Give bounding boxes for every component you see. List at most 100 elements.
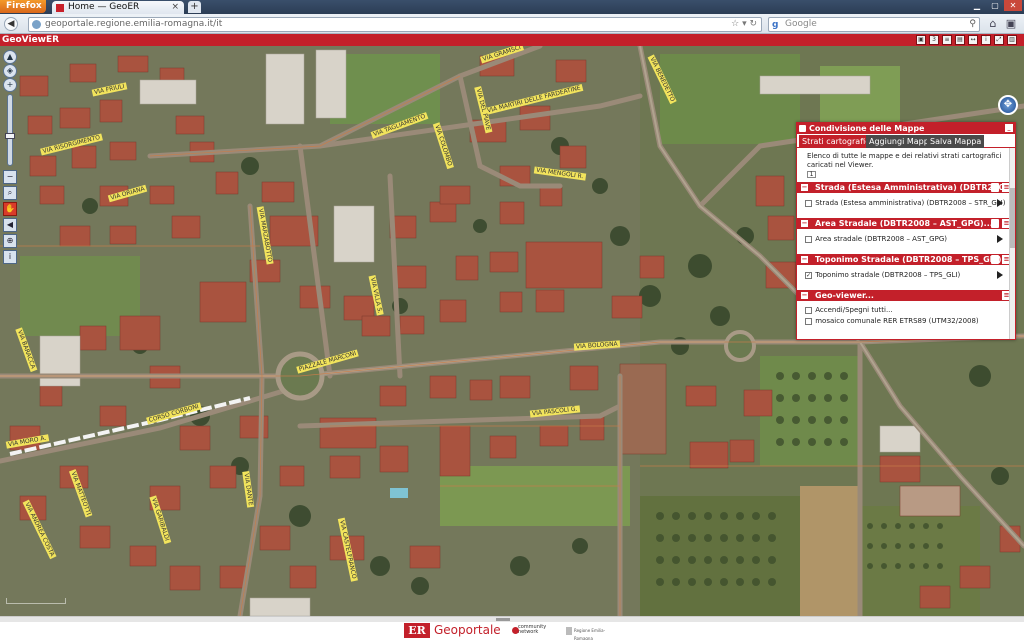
layers-icon[interactable]: ≡ [942,35,952,45]
layer-group-header[interactable]: − Strada (Estesa Amministrativa) (DBTR20… [797,182,1015,193]
layer-row: ✓ Toponimo stradale (DBTR2008 – TPS_GLI) [797,265,1015,285]
layer-group-header[interactable]: − Geo-viewer... ≡ [797,290,1015,301]
layer-row: mosaico comunale RER ETRS89 (UTM32/2008) [797,316,1015,327]
info-icon[interactable]: i [981,35,991,45]
layer-group-title: Area Stradale (DBTR2008 – AST_GPG)... [815,219,993,228]
browser-tab[interactable]: Home — GeoER × [52,1,184,14]
minimize-icon[interactable]: ▁ [968,0,986,11]
pan-center-icon[interactable]: ◈ [3,64,17,78]
3d-view-icon[interactable]: 3 [929,35,939,45]
map-sharing-panel: Condivisione delle Mappe _ Strati cartog… [796,122,1016,340]
panel-description: Elenco di tutte le mappe e dei relativi … [797,148,1015,182]
url-bar[interactable]: geoportale.regione.emilia-romagna.it/it … [28,17,762,32]
trash-icon[interactable] [991,255,999,264]
search-icon[interactable]: ⚲ [969,18,976,31]
search-placeholder: Google [785,19,817,29]
favicon-icon [56,4,64,12]
layer-label: Toponimo stradale (DBTR2008 – TPS_GLI) [815,271,961,279]
panel-scrollbar-thumb[interactable] [1010,188,1015,248]
regione-logo[interactable]: Regione Emilia-Romagna [566,627,622,640]
map-toolstrip: ▲ ◈ + − ⌕ ✋ ◀ ⊕ i [3,50,19,264]
play-icon[interactable] [997,199,1003,207]
layer-group: − Strada (Estesa Amministrativa) (DBTR20… [797,182,1015,218]
trash-icon[interactable] [991,183,999,192]
footer: ER Geoportale community network Regione … [0,616,1024,640]
layer-row: Area stradale (DBTR2008 – AST_GPG) [797,229,1015,249]
page-indicator[interactable]: 1 [807,171,816,178]
tab-layers[interactable]: Strati cartografici [799,135,875,148]
app-header: GeoViewER ▣ 3 ≡ ▤ ↔ i ⤢ ▥ [0,34,1024,46]
tab-save-map[interactable]: Salva Mappa [927,135,985,148]
trash-icon[interactable] [991,219,999,228]
layer-label: Area stradale (DBTR2008 – AST_GPG) [815,235,947,243]
new-tab-button[interactable]: + [188,1,201,13]
toggle-all-row: Accendi/Spegni tutti... [797,305,1015,316]
firefox-menu-label: Firefox [6,1,42,11]
zoom-slider[interactable] [5,94,15,166]
geoportale-brand[interactable]: Geoportale [434,622,501,639]
panel-tabs: Strati cartografici Aggiungi Mappa Salva… [797,134,1015,148]
print-icon[interactable]: ▤ [955,35,965,45]
collapse-icon[interactable]: − [801,292,808,299]
toggle-all-label: Accendi/Spegni tutti... [815,306,893,314]
measure-icon[interactable]: ↔ [968,35,978,45]
panel-minimize-icon[interactable]: _ [1005,124,1013,132]
layer-checkbox[interactable] [805,235,812,243]
collapse-icon[interactable]: − [801,256,808,263]
layer-checkbox[interactable] [805,317,812,325]
layer-checkbox[interactable] [805,199,812,207]
back-button[interactable]: ◀ [4,17,18,31]
panel-scrollbar[interactable] [1009,148,1015,339]
maximize-icon[interactable]: ▣ [916,35,926,45]
bookmark-star-icon[interactable]: ☆ ▾ ↻ [731,18,757,31]
layer-checkbox-checked[interactable]: ✓ [805,271,812,279]
layer-row: Strada (Estesa amministrativa) (DBTR2008… [797,193,1015,213]
home-icon[interactable]: ⌂ [986,17,1000,31]
community-network-dot-icon [512,627,519,634]
play-icon[interactable] [997,271,1003,279]
site-identity-icon[interactable] [32,20,41,29]
zoom-extent-icon[interactable]: ⊕ [3,234,17,248]
firefox-menu-button[interactable]: Firefox ▾ [0,0,46,24]
description-text: Elenco di tutte le mappe e dei relativi … [807,152,1002,169]
zoom-in-icon[interactable]: + [3,78,17,92]
zoom-box-icon[interactable]: ⌕ [3,186,17,200]
scale-bar [6,598,66,604]
layer-group: − Area Stradale (DBTR2008 – AST_GPG)... … [797,218,1015,254]
layer-group-title: Strada (Estesa Amministrativa) (DBTR2008 [815,183,1010,192]
navigation-globe-icon[interactable]: ✥ [998,95,1018,115]
layer-group-title: Toponimo Stradale (DBTR2008 – TPS_GLI) [815,255,1002,264]
panel-header: Condivisione delle Mappe _ [797,123,1015,134]
downloads-icon[interactable]: ▣ [1004,17,1018,31]
toggle-all-checkbox[interactable] [805,306,812,314]
zoom-out-icon[interactable]: − [3,170,17,184]
collapse-icon[interactable]: − [801,184,808,191]
save-icon[interactable]: ▥ [1007,35,1017,45]
maximize-window-icon[interactable]: ▢ [986,0,1004,11]
layer-group: − Geo-viewer... ≡ Accendi/Spegni tutti..… [797,290,1015,325]
er-logo[interactable]: ER [404,623,430,638]
collapse-icon[interactable]: − [801,220,808,227]
layer-group-title: Geo-viewer... [815,291,874,300]
tab-title: Home — GeoER [68,2,140,12]
info-tool-icon[interactable]: i [3,250,17,264]
layer-label: Strada (Estesa amministrativa) (DBTR2008… [815,199,1006,207]
layer-group-header[interactable]: − Area Stradale (DBTR2008 – AST_GPG)... … [797,218,1015,229]
layer-label: mosaico comunale RER ETRS89 (UTM32/2008) [815,317,979,325]
close-tab-icon[interactable]: × [171,1,179,14]
panel-title: Condivisione delle Mappe [809,124,925,133]
fullscreen-icon[interactable]: ⤢ [994,35,1004,45]
close-window-icon[interactable]: ✕ [1004,0,1022,11]
footer-logos: ER Geoportale community network Regione … [0,622,1024,640]
zoom-previous-icon[interactable]: ◀ [3,218,17,232]
layer-group-header[interactable]: − Toponimo Stradale (DBTR2008 – TPS_GLI)… [797,254,1015,265]
panel-icon [799,125,806,132]
zoom-slider-handle[interactable] [5,133,15,139]
play-icon[interactable] [997,235,1003,243]
pan-up-icon[interactable]: ▲ [3,50,17,64]
community-network-logo[interactable]: community network [512,625,546,637]
browser-titlebar: Firefox ▾ Home — GeoER × + ▁ ▢ ✕ [0,0,1024,24]
horizontal-scrollbar-thumb[interactable] [496,618,510,621]
pan-hand-icon[interactable]: ✋ [3,202,17,216]
search-bar[interactable]: g Google ⚲ [768,17,980,32]
